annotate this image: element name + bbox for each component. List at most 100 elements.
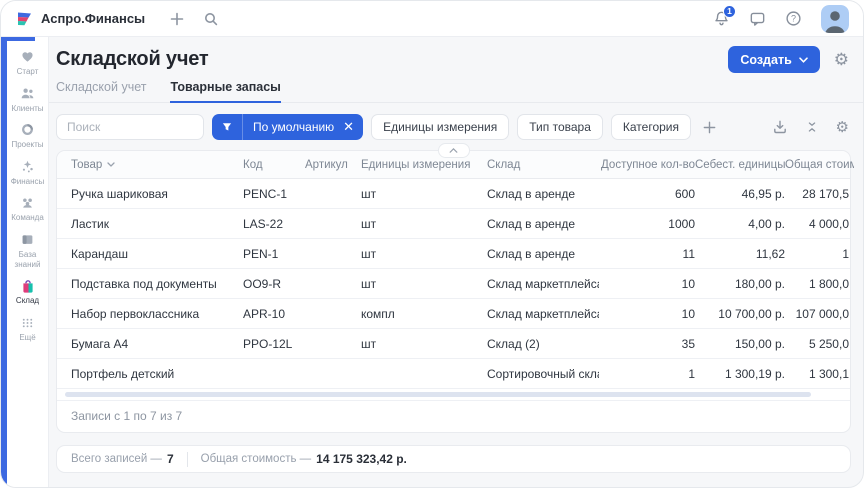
filter-chip-1[interactable]: Тип товара: [517, 114, 603, 140]
table-cell: шт: [361, 247, 487, 261]
tab-inventory[interactable]: Товарные запасы: [170, 80, 280, 103]
team-icon: [20, 195, 35, 210]
sidebar-item-5[interactable]: База знаний: [7, 232, 49, 269]
filter-chip-0[interactable]: Единицы измерения: [371, 114, 509, 140]
column-header-1[interactable]: Код: [243, 159, 305, 171]
table-cell: шт: [361, 277, 487, 291]
column-header-3[interactable]: Единицы измерения: [361, 159, 487, 171]
active-filter-label: По умолчанию: [243, 120, 341, 134]
sidebar-item-label: Старт: [17, 67, 39, 77]
table-cell: APR-10: [243, 307, 305, 321]
table-cell: 600: [599, 187, 695, 201]
app-logo-icon: [15, 10, 33, 28]
warehouse-icon: [20, 278, 36, 293]
page-header: Складской учет Создать ⚙ Складской учет …: [49, 37, 863, 103]
table-cell: 46,95 р.: [695, 187, 785, 201]
table-body: Ручка шариковаяPENC-1штСклад в аренде600…: [57, 179, 850, 389]
column-label: Единицы измерения: [361, 159, 470, 171]
search-input[interactable]: [56, 114, 204, 140]
sidebar-item-6[interactable]: Склад: [7, 278, 49, 306]
table-cell: 4,00 р.: [695, 217, 785, 231]
app-name: Аспро.Финансы: [41, 11, 145, 26]
column-header-4[interactable]: Склад: [487, 159, 599, 171]
remove-filter-icon[interactable]: ✕: [341, 119, 363, 135]
sidebar-item-label: База знаний: [7, 250, 49, 269]
column-label: Общая стоим: [785, 159, 854, 171]
table-cell: 10 700,00 р.: [695, 307, 785, 321]
chat-button[interactable]: [749, 10, 766, 27]
filter-chip-2[interactable]: Категория: [611, 114, 691, 140]
table-cell: 1 800,0: [785, 277, 854, 291]
table-cell: компл: [361, 307, 487, 321]
table-row[interactable]: Бумага А4PPO-12LштСклад (2)35150,00 р.5 …: [57, 329, 850, 359]
table-cell: LAS-22: [243, 217, 305, 231]
help-button[interactable]: ?: [785, 10, 802, 27]
sidebar-item-3[interactable]: Финансы: [7, 159, 49, 187]
table-settings-gear-icon[interactable]: ⚙: [836, 120, 849, 135]
total-records-label: Всего записей —: [71, 453, 162, 465]
add-workspace-button[interactable]: [169, 11, 185, 27]
table-cell: Набор первоклассника: [57, 307, 243, 321]
total-records-value: 7: [167, 452, 174, 466]
chevron-down-icon: [799, 57, 808, 63]
sidebar-item-label: Финансы: [11, 177, 45, 187]
filter-toolbar: По умолчанию ✕ Единицы измерения Тип това…: [49, 103, 863, 140]
column-header-7[interactable]: Общая стоим: [785, 159, 854, 171]
horizontal-scrollbar[interactable]: [65, 390, 842, 399]
page-title: Складской учет: [56, 48, 208, 71]
table-cell: Склад в аренде: [487, 217, 599, 231]
table-cell: PENC-1: [243, 187, 305, 201]
active-filter-chip[interactable]: По умолчанию ✕: [212, 114, 363, 140]
table-cell: PEN-1: [243, 247, 305, 261]
scrollbar-thumb[interactable]: [65, 392, 811, 397]
table-cell: 1: [599, 367, 695, 381]
user-avatar[interactable]: [821, 5, 849, 33]
table-cell: 11: [599, 247, 695, 261]
column-header-2[interactable]: Артикул: [305, 159, 361, 171]
sidebar-item-1[interactable]: Клиенты: [7, 86, 49, 114]
column-header-6[interactable]: Себест. единицы: [695, 159, 785, 171]
filter-chips: Единицы измерения Тип товара Категория: [371, 114, 691, 140]
table-cell: OO9-R: [243, 277, 305, 291]
create-button-label: Создать: [740, 53, 791, 67]
collapse-rows-button[interactable]: [805, 120, 819, 134]
tab-warehouse-accounting[interactable]: Складской учет: [56, 80, 146, 103]
main-content: Складской учет Создать ⚙ Складской учет …: [49, 37, 863, 487]
table-row[interactable]: Подставка под документыOO9-RштСклад марк…: [57, 269, 850, 299]
table-cell: Склад маркетплейса: [487, 307, 599, 321]
column-label: Товар: [71, 159, 102, 171]
sidebar-item-7[interactable]: Ещё: [7, 315, 49, 343]
global-search-button[interactable]: [203, 11, 219, 27]
collapse-table-button[interactable]: [438, 143, 470, 158]
table-cell: Склад в аренде: [487, 187, 599, 201]
summary-divider: [187, 452, 188, 467]
page-settings-gear-icon[interactable]: ⚙: [834, 51, 849, 68]
table-row[interactable]: Портфель детскийСортировочный скла11 300…: [57, 359, 850, 389]
export-download-button[interactable]: [772, 119, 788, 135]
table-row[interactable]: КарандашPEN-1штСклад в аренде1111,621: [57, 239, 850, 269]
sidebar-item-label: Команда: [11, 213, 44, 223]
table-cell: Портфель детский: [57, 367, 243, 381]
column-header-5[interactable]: Доступное кол-во: [599, 159, 695, 171]
sidebar-item-0[interactable]: Старт: [7, 49, 49, 77]
table-row[interactable]: Набор первоклассникаAPR-10 комплСклад мар…: [57, 299, 850, 329]
notifications-button[interactable]: 1: [713, 10, 730, 27]
column-header-0[interactable]: Товар: [57, 159, 243, 171]
table-row[interactable]: Ручка шариковаяPENC-1штСклад в аренде600…: [57, 179, 850, 209]
table-row[interactable]: ЛастикLAS-22штСклад в аренде10004,00 р.4…: [57, 209, 850, 239]
summary-bar: Всего записей — 7 Общая стоимость — 14 1…: [56, 445, 851, 473]
create-button[interactable]: Создать: [728, 46, 819, 73]
sidebar-item-4[interactable]: Команда: [7, 195, 49, 223]
table-cell: 1: [785, 247, 854, 261]
sidebar-item-2[interactable]: Проекты: [7, 122, 49, 150]
projects-icon: [20, 122, 35, 137]
add-filter-button[interactable]: [702, 120, 717, 135]
table-cell: 180,00 р.: [695, 277, 785, 291]
table-cell: 35: [599, 337, 695, 351]
app-window: Аспро.Финансы 1 ?: [0, 0, 864, 488]
table-cell: шт: [361, 217, 487, 231]
sort-chevron-icon: [107, 162, 115, 167]
filter-funnel-icon: [212, 114, 243, 140]
table-cell: PPO-12L: [243, 337, 305, 351]
table-cell: Карандаш: [57, 247, 243, 261]
